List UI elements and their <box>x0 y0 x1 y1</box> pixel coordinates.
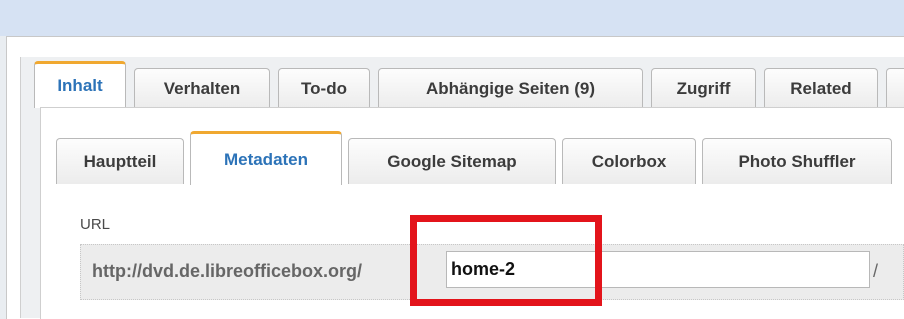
tab-to-do[interactable]: To-do <box>278 68 370 108</box>
tab-colorbox[interactable]: Colorbox <box>562 138 696 184</box>
url-label: URL <box>80 216 111 233</box>
url-prefix: http://dvd.de.libreofficebox.org/ <box>92 261 362 281</box>
tab-inhalt[interactable]: Inhalt <box>34 61 126 108</box>
highlight-box <box>410 215 602 306</box>
tab-zugriff[interactable]: Zugriff <box>651 68 756 108</box>
window-top-bar <box>0 0 904 36</box>
tab-photo-shuffler[interactable]: Photo Shuffler <box>702 138 892 184</box>
tab-abhaengige-seiten[interactable]: Abhängige Seiten (9) <box>378 68 643 108</box>
url-suffix: / <box>873 261 879 281</box>
tab-hauptteil[interactable]: Hauptteil <box>56 138 184 184</box>
tab-metadaten[interactable]: Metadaten <box>190 131 342 185</box>
tab-overflow[interactable] <box>886 68 904 108</box>
tab-google-sitemap[interactable]: Google Sitemap <box>348 138 556 184</box>
tab-related[interactable]: Related <box>764 68 878 108</box>
tab-verhalten[interactable]: Verhalten <box>134 68 270 108</box>
